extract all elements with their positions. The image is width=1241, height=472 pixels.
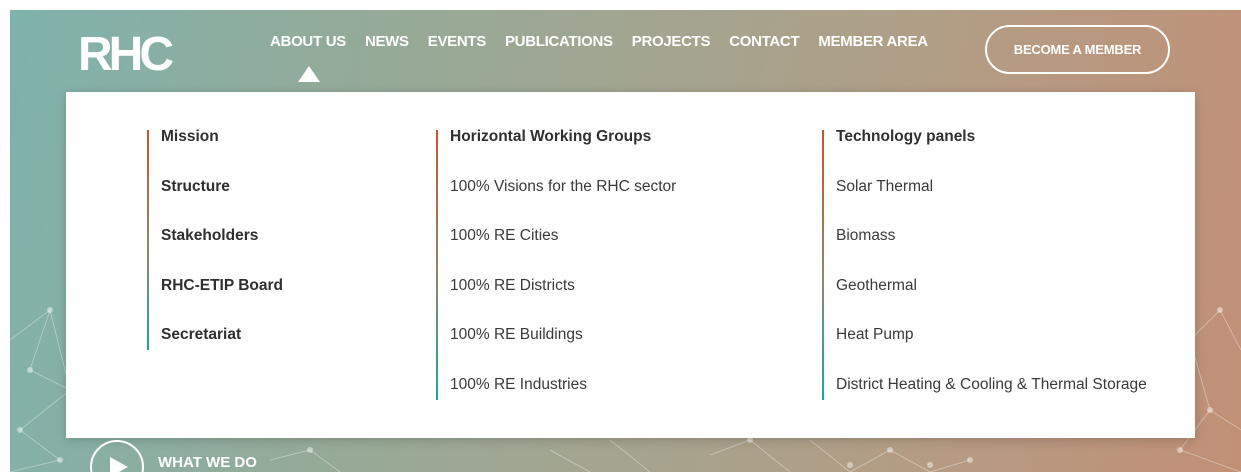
menu-item-mission[interactable]: Mission	[161, 129, 283, 180]
menu-heading-technology-panels[interactable]: Technology panels	[836, 129, 1147, 180]
nav-about-us[interactable]: ABOUT US	[270, 33, 346, 50]
what-we-do-label[interactable]: WHAT WE DO	[158, 454, 257, 471]
menu-item-stakeholders[interactable]: Stakeholders	[161, 228, 283, 279]
rhc-logo[interactable]: RHC	[78, 30, 188, 74]
menu-item-re-districts[interactable]: 100% RE Districts	[450, 278, 676, 329]
menu-item-re-industries[interactable]: 100% RE Industries	[450, 377, 676, 400]
dropdown-column-technology-panels: Technology panels Solar Thermal Biomass …	[822, 129, 1147, 400]
dropdown-column-about: Mission Structure Stakeholders RHC-ETIP …	[147, 129, 283, 351]
menu-item-biomass[interactable]: Biomass	[836, 228, 1147, 279]
menu-item-heat-pump[interactable]: Heat Pump	[836, 327, 1147, 378]
nav-member-area[interactable]: MEMBER AREA	[818, 33, 928, 50]
menu-item-re-buildings[interactable]: 100% RE Buildings	[450, 327, 676, 378]
nav-contact[interactable]: CONTACT	[729, 33, 799, 50]
nav-news[interactable]: NEWS	[365, 33, 409, 50]
menu-item-geothermal[interactable]: Geothermal	[836, 278, 1147, 329]
play-icon[interactable]	[90, 440, 144, 472]
what-we-do-link[interactable]: WHAT WE DO	[90, 440, 257, 472]
main-nav: ABOUT US NEWS EVENTS PUBLICATIONS PROJEC…	[270, 33, 947, 50]
about-us-dropdown: Mission Structure Stakeholders RHC-ETIP …	[66, 92, 1195, 438]
menu-item-re-cities[interactable]: 100% RE Cities	[450, 228, 676, 279]
nav-projects[interactable]: PROJECTS	[632, 33, 711, 50]
menu-item-visions[interactable]: 100% Visions for the RHC sector	[450, 178, 676, 230]
become-member-button[interactable]: BECOME A MEMBER	[985, 25, 1170, 74]
logo-text: RHC	[78, 30, 173, 74]
nav-publications[interactable]: PUBLICATIONS	[505, 33, 613, 50]
menu-item-structure[interactable]: Structure	[161, 178, 283, 230]
menu-item-secretariat[interactable]: Secretariat	[161, 327, 283, 350]
menu-item-board[interactable]: RHC-ETIP Board	[161, 278, 283, 329]
menu-item-solar-thermal[interactable]: Solar Thermal	[836, 178, 1147, 230]
dropdown-caret	[298, 66, 320, 82]
dropdown-column-working-groups: Horizontal Working Groups 100% Visions f…	[436, 129, 676, 400]
menu-heading-working-groups[interactable]: Horizontal Working Groups	[450, 129, 676, 180]
menu-item-district-heating[interactable]: District Heating & Cooling & Thermal Sto…	[836, 377, 1147, 400]
nav-events[interactable]: EVENTS	[428, 33, 487, 50]
